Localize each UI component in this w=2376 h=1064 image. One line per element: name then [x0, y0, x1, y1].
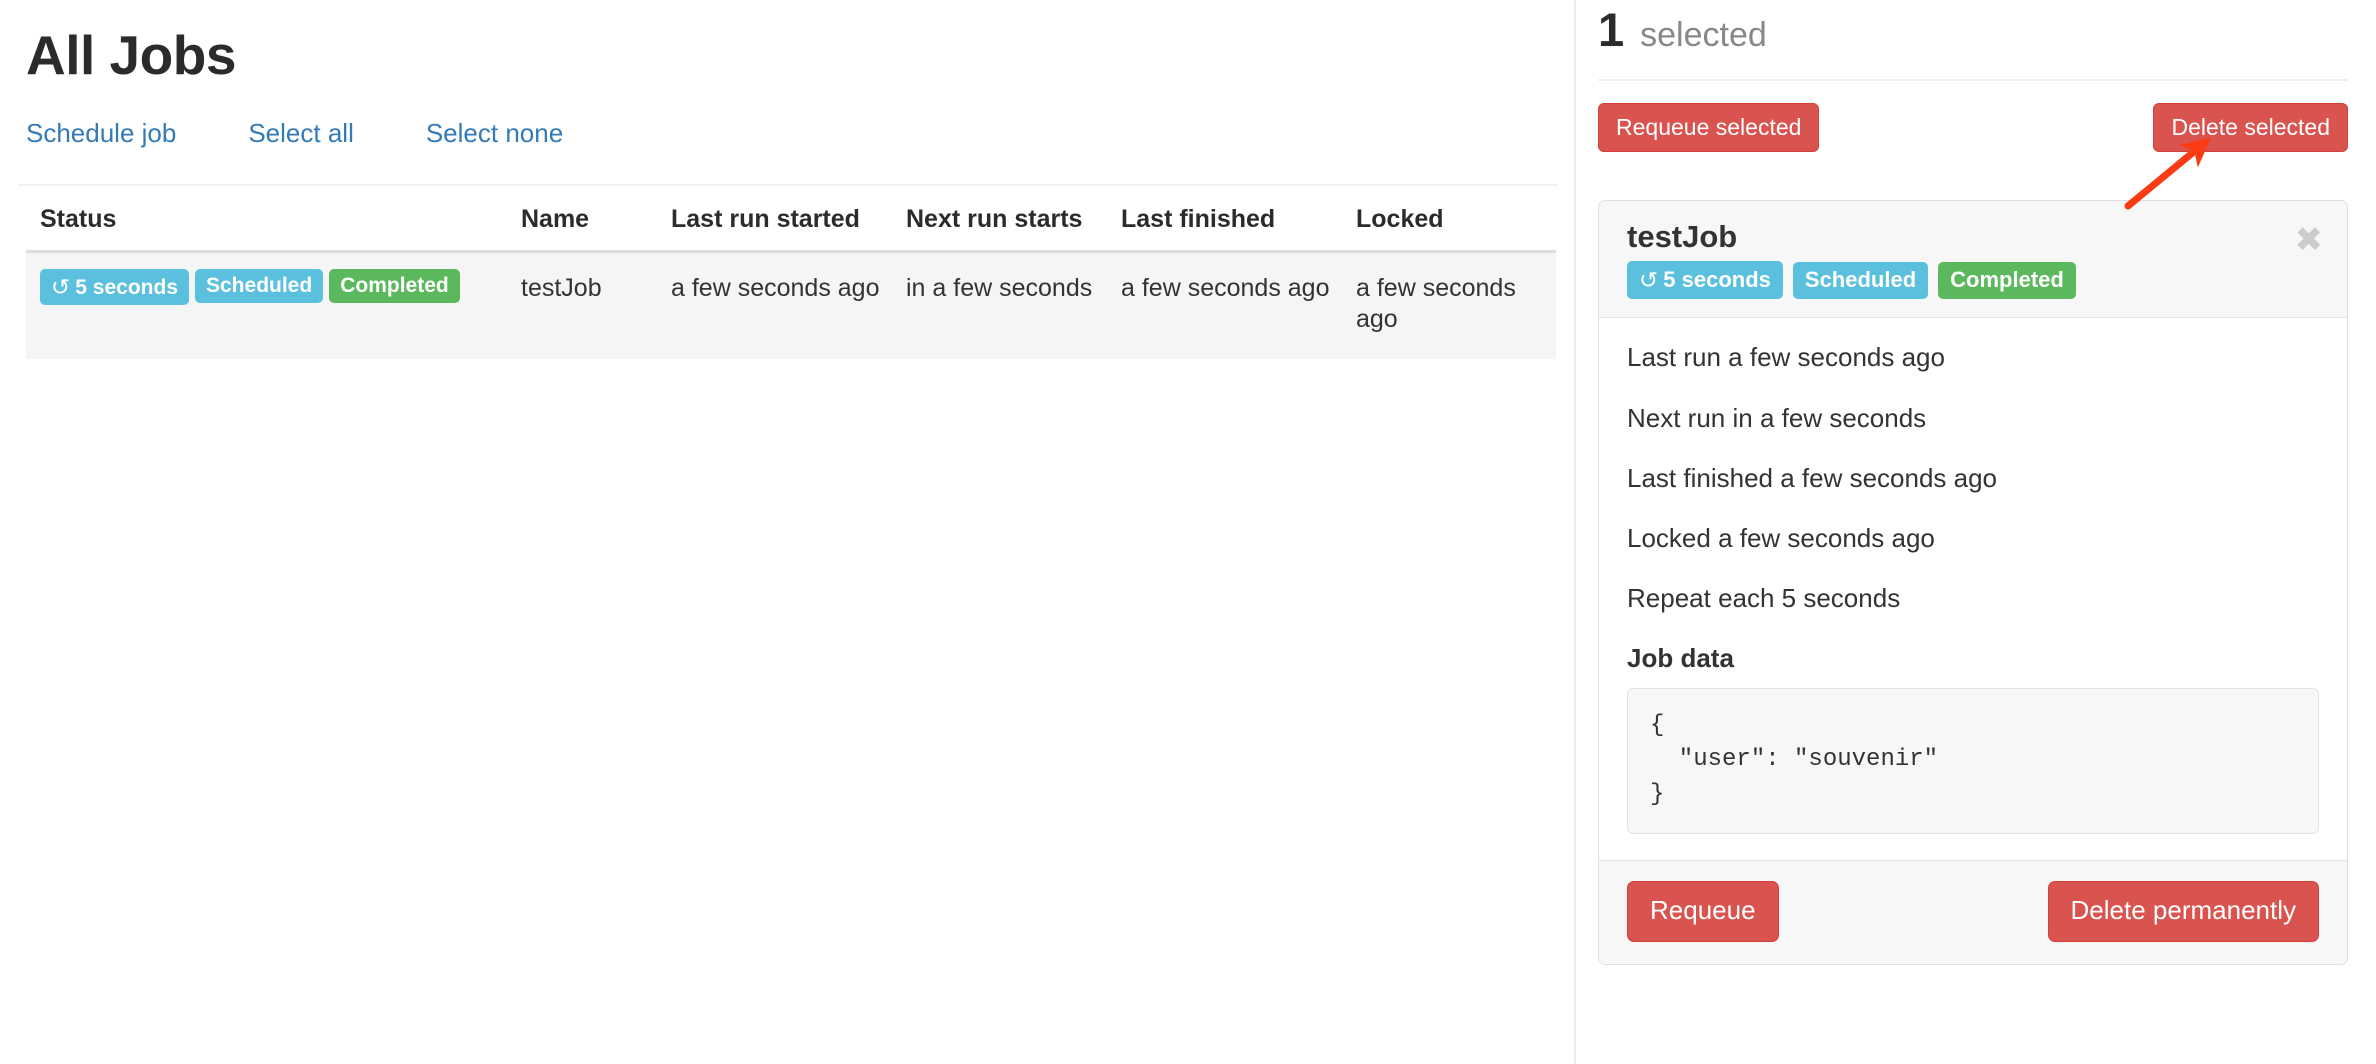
detail-badge-interval-label: 5 seconds	[1663, 267, 1771, 293]
detail-badge-completed: Completed	[1938, 261, 2076, 299]
close-icon[interactable]: ✖	[2295, 223, 2324, 257]
cell-status: ↻ 5 seconds Scheduled Completed	[26, 251, 521, 359]
refresh-icon: ↻	[51, 273, 71, 300]
status-badge-scheduled: Scheduled	[195, 268, 324, 303]
cell-name: testJob	[521, 273, 602, 302]
job-detail-card-footer: Requeue Delete permanently	[1599, 859, 2347, 964]
jobs-dashboard: All Jobs Schedule job Select all Select …	[0, 0, 2376, 1064]
job-detail-card: testJob ↻ 5 seconds Scheduled Completed ✖…	[1598, 200, 2348, 965]
page-title: All Jobs	[26, 24, 236, 86]
detail-badge-scheduled: Scheduled	[1792, 261, 1929, 299]
action-links: Schedule job Select all Select none	[26, 120, 1548, 146]
delete-selected-button[interactable]: Delete selected	[2153, 103, 2348, 153]
column-header-status: Status	[40, 205, 117, 234]
job-data-label: Job data	[1627, 643, 1734, 674]
status-badge-completed: Completed	[329, 268, 460, 303]
selection-detail-panel: 1 selected Requeue selected Delete selec…	[1576, 0, 2376, 1064]
jobs-table-header-row: Status Name Last run started Next run st…	[26, 204, 1556, 251]
jobs-table-head: Status Name Last run started Next run st…	[26, 204, 1556, 251]
column-header-next-run-starts: Next run starts	[906, 205, 1083, 234]
jobs-table: Status Name Last run started Next run st…	[26, 204, 1556, 359]
select-none-link[interactable]: Select none	[426, 120, 563, 146]
job-detail-card-body: Last run a few seconds ago Next run in a…	[1599, 318, 2347, 860]
selection-header-divider	[1598, 79, 2348, 81]
detail-repeat: Repeat each 5 seconds	[1627, 583, 1901, 614]
job-data-code: { "user": "souvenir" }	[1627, 687, 2319, 834]
detail-last-finished: Last finished a few seconds ago	[1627, 462, 1998, 493]
requeue-button[interactable]: Requeue	[1627, 880, 1779, 942]
jobs-table-body: ↻ 5 seconds Scheduled Completed testJob a …	[26, 251, 1556, 359]
selected-label: selected	[1640, 16, 1767, 54]
column-header-locked: Locked	[1356, 205, 1444, 234]
job-detail-card-header: testJob ↻ 5 seconds Scheduled Completed ✖	[1599, 201, 2347, 319]
detail-next-run: Next run in a few seconds	[1627, 402, 1927, 433]
cell-last-run-started: a few seconds ago	[671, 273, 880, 302]
requeue-selected-button[interactable]: Requeue selected	[1598, 103, 1820, 153]
detail-badge-interval: ↻ 5 seconds	[1627, 261, 1783, 300]
selection-header: 1 selected	[1598, 0, 2348, 53]
cell-last-finished: a few seconds ago	[1121, 273, 1330, 302]
bulk-actions-toolbar: Requeue selected Delete selected	[1598, 103, 2348, 153]
job-detail-badges: ↻ 5 seconds Scheduled Completed	[1627, 261, 2325, 300]
jobs-list-panel: All Jobs Schedule job Select all Select …	[0, 0, 1576, 1064]
column-header-name: Name	[521, 205, 590, 234]
detail-last-run: Last run a few seconds ago	[1627, 342, 1945, 373]
column-header-last-finished: Last finished	[1121, 205, 1276, 234]
job-detail-title: testJob	[1627, 219, 1738, 255]
header-divider	[18, 184, 1558, 187]
column-header-last-run-started: Last run started	[671, 205, 860, 234]
status-badge-interval-label: 5 seconds	[75, 275, 178, 299]
cell-next-run-starts: in a few seconds	[906, 273, 1093, 302]
refresh-icon: ↻	[1639, 267, 1659, 294]
detail-locked: Locked a few seconds ago	[1627, 522, 1935, 553]
schedule-job-link[interactable]: Schedule job	[26, 120, 176, 146]
delete-permanently-button[interactable]: Delete permanently	[2047, 880, 2319, 942]
status-badge-interval: ↻ 5 seconds	[40, 268, 189, 305]
selected-count: 1	[1598, 3, 1625, 56]
table-row[interactable]: ↻ 5 seconds Scheduled Completed testJob a …	[26, 251, 1556, 359]
cell-locked: a few seconds ago	[1356, 273, 1516, 333]
select-all-link[interactable]: Select all	[248, 120, 354, 146]
